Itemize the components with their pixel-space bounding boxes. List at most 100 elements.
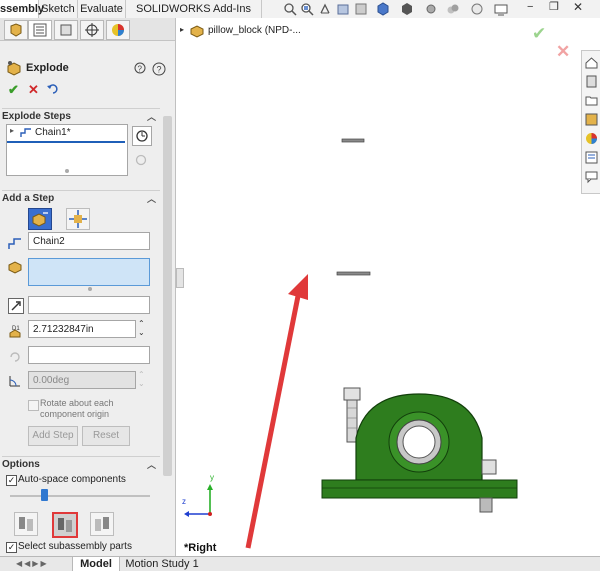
angle-spinner-icon[interactable]: ⌃ ⌄ xyxy=(138,370,145,388)
collapse-chevron-icon[interactable]: ︿ xyxy=(147,109,156,125)
select-subassembly-checkbox[interactable]: ✓ xyxy=(6,542,17,553)
explode-steps-header[interactable]: Explode Steps ︿ xyxy=(2,108,160,125)
coordinate-triad xyxy=(184,484,213,517)
svg-text:D1: D1 xyxy=(12,326,20,332)
explode-components-list[interactable] xyxy=(28,258,150,286)
view-settings-icon[interactable] xyxy=(494,2,508,16)
appearances-icon[interactable] xyxy=(584,131,599,146)
bottom-tab-bar: ◀◀▶▶ Model Motion Study 1 xyxy=(0,556,600,571)
tab-assembly[interactable]: ssembly xyxy=(0,0,44,18)
dynamic-annotation-icon[interactable] xyxy=(354,2,368,16)
configuration-manager-tab[interactable] xyxy=(54,20,78,40)
tab-solidworks-addins[interactable]: SOLIDWORKS Add-Ins xyxy=(126,0,262,18)
rotate-about-origin-checkbox[interactable] xyxy=(28,400,39,411)
model-view xyxy=(184,138,518,549)
add-a-step-header[interactable]: Add a Step ︿ xyxy=(2,190,160,207)
section-view-icon[interactable] xyxy=(336,2,350,16)
property-manager-tab[interactable] xyxy=(28,20,52,40)
svg-text:?: ? xyxy=(157,65,162,75)
triad-z-label: z xyxy=(182,497,186,506)
explode-steps-list[interactable]: ▸ Chain1* xyxy=(6,124,128,176)
tab-scroll-arrows[interactable]: ◀◀▶▶ xyxy=(16,559,49,568)
callout-arrow-head xyxy=(288,274,308,300)
explode-distance-icon: D1 xyxy=(8,324,22,338)
tab-motion-study-1[interactable]: Motion Study 1 xyxy=(120,557,204,571)
expand-arrow-icon[interactable]: ▸ xyxy=(10,126,14,135)
hide-show-items-icon[interactable] xyxy=(424,2,438,16)
step-label: Chain1* xyxy=(35,127,71,138)
apply-scene-icon[interactable] xyxy=(470,2,484,16)
graphics-area[interactable]: ▸ pillow_block (NPD-... ✔ ✕ z y *Right xyxy=(176,18,600,556)
components-icon xyxy=(8,260,22,274)
bolt-shank xyxy=(346,399,358,443)
chain-order-button-1[interactable] xyxy=(14,512,38,536)
rotation-axis-field[interactable] xyxy=(28,346,150,364)
display-manager-tab[interactable] xyxy=(106,20,130,40)
rotation-axis-icon[interactable] xyxy=(8,350,22,364)
help-icon[interactable]: ? xyxy=(152,62,166,76)
feature-title: Explode xyxy=(26,62,69,74)
home-icon[interactable] xyxy=(584,55,599,70)
triad-y-label: y xyxy=(210,473,214,482)
file-explorer-icon[interactable] xyxy=(584,93,599,108)
bolt-head xyxy=(343,387,361,401)
feature-manager-tab[interactable] xyxy=(4,20,28,40)
detailed-preview-icon[interactable]: ? xyxy=(134,62,148,76)
zoom-to-fit-icon[interactable] xyxy=(283,2,297,16)
property-scrollbar[interactable] xyxy=(163,116,172,476)
previous-view-icon[interactable] xyxy=(318,2,332,16)
forum-icon[interactable] xyxy=(584,169,599,184)
reuse-explode-icon[interactable] xyxy=(135,154,147,166)
rotate-about-origin-label: Rotate about each component origin xyxy=(40,398,114,419)
add-step-button[interactable]: Add Step xyxy=(28,426,78,446)
custom-properties-icon[interactable] xyxy=(584,150,599,165)
options-header[interactable]: Options ︿ xyxy=(2,456,160,473)
chain-order-button-3[interactable] xyxy=(90,512,114,536)
auto-space-label: Auto-space components xyxy=(18,474,126,485)
spacing-slider[interactable] xyxy=(10,495,150,497)
view-orientation-label: *Right xyxy=(184,542,217,554)
exploded-part-1 xyxy=(341,138,365,143)
explode-direction-icon[interactable] xyxy=(8,298,24,314)
auto-space-checkbox[interactable]: ✓ xyxy=(6,475,17,486)
ok-icon[interactable]: ✔ xyxy=(8,82,19,98)
collapse-chevron-icon[interactable]: ︿ xyxy=(147,191,156,207)
minimize-icon[interactable]: − xyxy=(527,1,533,13)
step-name-input[interactable]: Chain2 xyxy=(28,232,150,250)
undo-icon[interactable] xyxy=(46,82,60,96)
explode-distance-input[interactable]: 2.71232847in xyxy=(28,320,136,338)
task-pane xyxy=(581,50,600,194)
resize-handle[interactable] xyxy=(88,287,92,291)
tab-sketch[interactable]: Sketch xyxy=(39,0,78,18)
select-subassembly-label: Select subassembly parts xyxy=(18,541,132,552)
regular-step-button[interactable] xyxy=(28,208,52,230)
zoom-area-icon[interactable] xyxy=(300,2,314,16)
step-settings-button[interactable] xyxy=(132,126,152,146)
design-library-icon[interactable] xyxy=(584,74,599,89)
restore-icon[interactable]: ❐ xyxy=(549,0,559,13)
cancel-icon[interactable]: ✕ xyxy=(28,82,39,98)
rotation-angle-input[interactable]: 0.00deg xyxy=(28,371,136,389)
edit-appearance-icon[interactable] xyxy=(446,2,460,16)
collapse-chevron-icon[interactable]: ︿ xyxy=(147,457,156,473)
list-item[interactable]: ▸ Chain1* xyxy=(7,125,125,143)
chain-order-button-2[interactable] xyxy=(52,512,78,538)
display-style-icon[interactable] xyxy=(400,2,414,16)
rotation-angle-icon xyxy=(8,374,22,388)
command-manager-tabs: ssembly Sketch Evaluate SOLIDWORKS Add-I… xyxy=(0,0,600,19)
dimxpert-manager-tab[interactable] xyxy=(80,20,104,40)
explode-feature-icon xyxy=(6,60,22,76)
tab-model[interactable]: Model xyxy=(72,557,120,571)
property-manager: Explode ? ? ✔ ✕ Explode Steps ︿ ▸ Chain1*… xyxy=(0,18,176,556)
radial-step-button[interactable] xyxy=(66,208,90,230)
tab-evaluate[interactable]: Evaluate xyxy=(78,0,126,18)
view-orientation-icon[interactable] xyxy=(376,2,390,16)
distance-spinner-icon[interactable]: ⌃ ⌄ xyxy=(138,319,145,337)
reset-button[interactable]: Reset xyxy=(82,426,130,446)
resize-handle[interactable] xyxy=(65,169,69,173)
close-icon[interactable]: ✕ xyxy=(573,0,583,14)
housing-base xyxy=(321,479,518,499)
explode-direction-field[interactable] xyxy=(28,296,150,314)
view-palette-icon[interactable] xyxy=(584,112,599,127)
spacing-slider-thumb[interactable] xyxy=(41,489,48,501)
